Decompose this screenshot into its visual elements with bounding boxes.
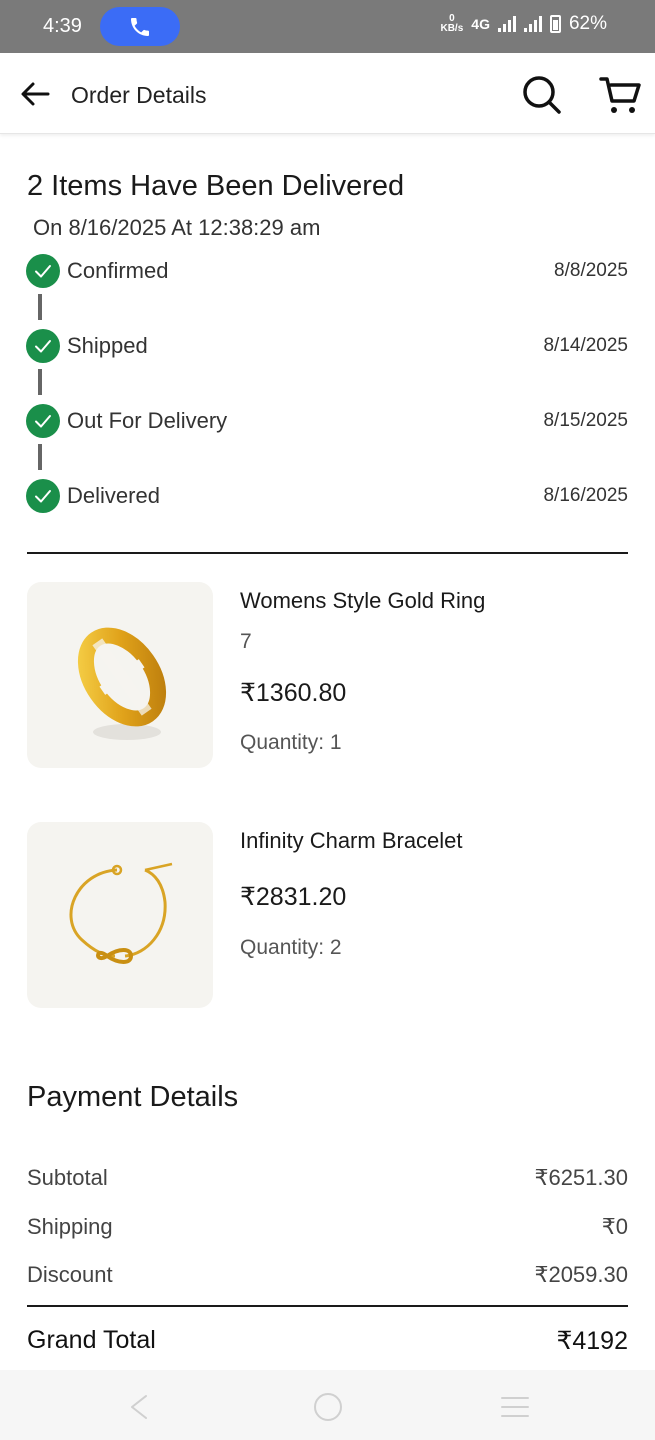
network-type: 4G [471, 16, 490, 32]
delivery-headline: 2 Items Have Been Delivered [27, 170, 405, 202]
check-circle-icon [26, 329, 60, 363]
payment-value: ₹6251.30 [534, 1165, 628, 1190]
check-circle-icon [26, 404, 60, 438]
signal-icon [497, 16, 516, 32]
payment-row-shipping: Shipping ₹0 [27, 1214, 628, 1244]
step-date: 8/14/2025 [543, 335, 628, 356]
payment-value: ₹0 [601, 1214, 628, 1239]
cart-icon[interactable] [598, 73, 642, 117]
network-speed-unit: KB/s [440, 23, 464, 34]
status-step-shipped: Shipped 8/14/2025 [26, 329, 628, 363]
payment-label: Discount [27, 1262, 113, 1287]
timeline-connector [38, 444, 42, 470]
product-name[interactable]: Infinity Charm Bracelet [240, 828, 463, 854]
back-arrow-icon[interactable] [18, 77, 52, 111]
product-variant: 7 [240, 630, 252, 653]
network-speed: 0 KB/s [440, 14, 463, 34]
timeline-connector [38, 294, 42, 320]
grand-total-value: ₹4192 [556, 1327, 628, 1355]
status-step-confirmed: Confirmed 8/8/2025 [26, 254, 628, 288]
step-label: Delivered [67, 483, 160, 508]
status-step-delivered: Delivered 8/16/2025 [26, 479, 628, 513]
payment-value: ₹2059.30 [534, 1262, 628, 1287]
step-label: Confirmed [67, 258, 169, 283]
product-price: ₹2831.20 [240, 883, 347, 911]
ongoing-call-chip[interactable] [100, 7, 180, 46]
total-divider [27, 1305, 628, 1307]
battery-icon [549, 15, 561, 33]
payment-label: Shipping [27, 1214, 113, 1239]
nav-menu-icon[interactable] [500, 1394, 530, 1420]
product-quantity: Quantity: 1 [240, 731, 342, 754]
delivery-timestamp: On 8/16/2025 At 12:38:29 am [33, 215, 321, 240]
product-image-ring[interactable] [27, 582, 213, 768]
battery-percent: 62% [568, 13, 607, 34]
step-date: 8/8/2025 [554, 260, 628, 281]
payment-row-subtotal: Subtotal ₹6251.30 [27, 1165, 628, 1195]
product-quantity: Quantity: 2 [240, 936, 342, 959]
section-divider [27, 552, 628, 554]
timeline-connector [38, 369, 42, 395]
step-label: Out For Delivery [67, 408, 228, 433]
phone-icon [131, 17, 149, 36]
search-icon[interactable] [520, 73, 564, 117]
product-name[interactable]: Womens Style Gold Ring [240, 588, 485, 614]
nav-back-icon[interactable] [126, 1392, 152, 1422]
status-step-out-for-delivery: Out For Delivery 8/15/2025 [26, 404, 628, 438]
product-price: ₹1360.80 [240, 679, 347, 707]
status-indicators: 0 KB/s 4G 62% [440, 13, 607, 35]
step-label: Shipped [67, 333, 148, 358]
step-date: 8/16/2025 [543, 485, 628, 506]
signal-icon-2 [523, 16, 542, 32]
payment-label: Subtotal [27, 1165, 108, 1190]
check-circle-icon [26, 479, 60, 513]
app-bar: Order Details [0, 53, 655, 134]
step-date: 8/15/2025 [543, 410, 628, 431]
gold-bracelet-image [69, 862, 173, 964]
system-nav-bar [0, 1370, 655, 1440]
status-time: 4:39 [43, 15, 82, 37]
product-image-bracelet[interactable] [27, 822, 213, 1008]
payment-details-title: Payment Details [27, 1081, 239, 1113]
payment-row-discount: Discount ₹2059.30 [27, 1262, 628, 1292]
grand-total-label: Grand Total [27, 1326, 156, 1354]
status-bar: 4:39 0 KB/s 4G 62% [0, 0, 655, 53]
nav-home-icon[interactable] [313, 1392, 343, 1422]
grand-total-row: Grand Total ₹4192 [27, 1326, 628, 1356]
check-circle-icon [26, 254, 60, 288]
page-title: Order Details [71, 82, 207, 108]
gold-ring-image [77, 627, 167, 740]
